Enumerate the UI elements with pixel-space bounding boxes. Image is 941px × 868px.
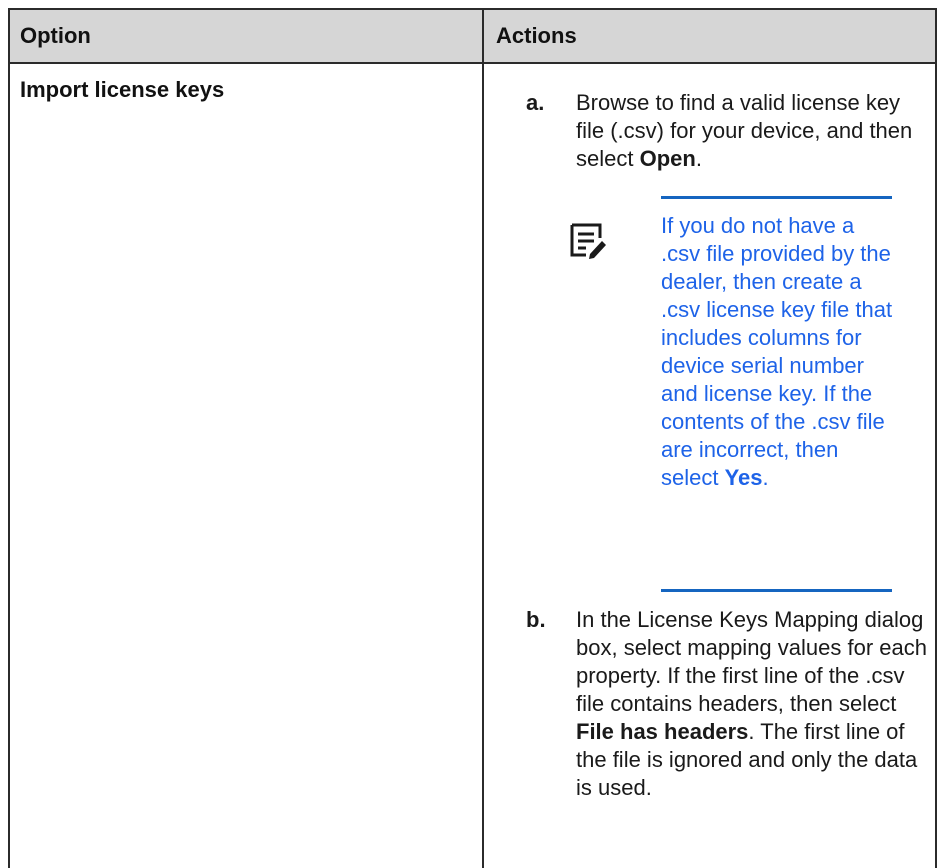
- step-text-part: .: [695, 146, 702, 171]
- note-callout: If you do not have a .csv file provided …: [568, 196, 898, 596]
- note-text-part: If you do not have a .csv file provided …: [661, 213, 893, 490]
- options-table: Option Actions Import license keys a. Br…: [8, 8, 937, 868]
- note-rule-top: [661, 196, 892, 199]
- note-rule-bottom: [661, 589, 892, 592]
- step-text: In the License Keys Mapping dialog box, …: [576, 606, 931, 802]
- table-header-row: Option Actions: [10, 10, 935, 64]
- note-pencil-icon: [568, 220, 608, 260]
- step-marker: a.: [526, 90, 545, 115]
- step-bold-term: Open: [639, 146, 696, 171]
- step-marker: b.: [526, 607, 546, 632]
- actions-cell: a. Browse to find a valid license key fi…: [484, 64, 935, 868]
- step-text-part: In the License Keys Mapping dialog box, …: [576, 607, 927, 716]
- header-actions: Actions: [496, 23, 577, 48]
- step-text-part: Browse to find a valid license key file …: [576, 90, 913, 171]
- note-text-part: .: [762, 465, 769, 490]
- note-bold-term: Yes: [724, 465, 763, 490]
- note-text: If you do not have a .csv file provided …: [661, 212, 893, 492]
- header-option: Option: [20, 23, 91, 48]
- step-bold-term: File has headers: [576, 719, 749, 744]
- step-text: Browse to find a valid license key file …: [576, 89, 931, 173]
- option-cell-import-license-keys: Import license keys: [20, 77, 225, 102]
